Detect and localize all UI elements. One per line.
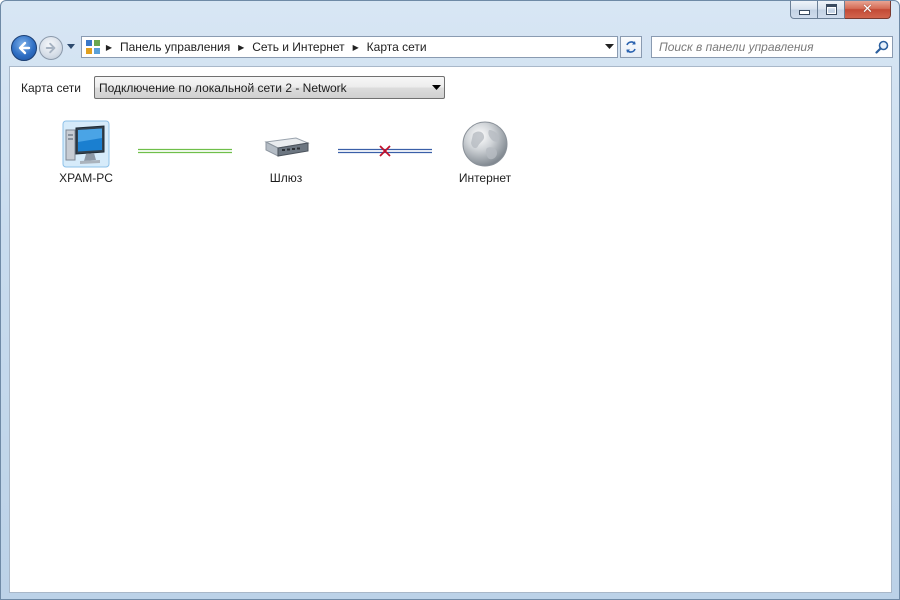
connection-select[interactable]: Подключение по локальной сети 2 - Networ… <box>94 76 445 99</box>
node-label: XPAM-PC <box>59 171 113 185</box>
chevron-down-icon <box>604 44 614 49</box>
address-dropdown-button[interactable] <box>601 37 617 57</box>
minimize-icon <box>798 10 810 15</box>
computer-icon <box>62 120 110 168</box>
breadcrumb-network-map[interactable]: Карта сети <box>363 40 431 54</box>
back-arrow-icon <box>18 41 31 55</box>
close-icon: ✕ <box>862 2 873 17</box>
link-disconnected <box>338 145 432 157</box>
back-button[interactable] <box>11 35 37 61</box>
network-map-label: Карта сети <box>21 81 81 95</box>
breadcrumb-control-panel[interactable]: Панель управления <box>116 40 234 54</box>
content-pane: Карта сети Подключение по локальной сети… <box>9 66 892 593</box>
search-input[interactable]: Поиск в панели управления <box>651 36 893 58</box>
refresh-icon <box>626 41 636 53</box>
breadcrumb-separator-icon[interactable]: ▶ <box>102 43 116 52</box>
recent-pages-button[interactable] <box>65 41 77 53</box>
link-connected <box>138 148 232 154</box>
map-node-computer[interactable]: XPAM-PC <box>52 120 120 185</box>
search-placeholder: Поиск в панели управления <box>659 40 814 54</box>
map-node-internet[interactable]: Интернет <box>451 120 519 185</box>
maximize-icon <box>825 4 837 15</box>
forward-button[interactable] <box>39 36 63 60</box>
connection-select-value: Подключение по локальной сети 2 - Networ… <box>99 80 347 95</box>
forward-arrow-icon <box>45 42 56 54</box>
node-label: Шлюз <box>269 171 303 185</box>
breadcrumb-network-internet[interactable]: Сеть и Интернет <box>248 40 348 54</box>
control-panel-icon <box>84 38 102 56</box>
gateway-router-icon <box>262 120 310 168</box>
explorer-window: ✕ ▶ Панель управления ▶ Сеть и Интернет <box>0 0 900 600</box>
map-node-gateway[interactable]: Шлюз <box>252 120 320 185</box>
refresh-button[interactable] <box>620 36 642 58</box>
minimize-button[interactable] <box>790 1 818 19</box>
maximize-button[interactable] <box>818 1 845 19</box>
breadcrumb-separator-icon[interactable]: ▶ <box>349 43 363 52</box>
close-button[interactable]: ✕ <box>845 1 891 19</box>
caption-buttons: ✕ <box>790 1 891 19</box>
search-icon[interactable] <box>872 37 892 57</box>
chevron-down-icon <box>428 84 444 91</box>
node-label: Интернет <box>458 171 512 185</box>
breadcrumb-separator-icon[interactable]: ▶ <box>234 43 248 52</box>
disconnected-x-icon[interactable] <box>379 145 391 157</box>
globe-icon <box>461 120 509 168</box>
address-bar[interactable]: ▶ Панель управления ▶ Сеть и Интернет ▶ … <box>81 36 618 58</box>
chevron-down-icon <box>67 44 75 49</box>
